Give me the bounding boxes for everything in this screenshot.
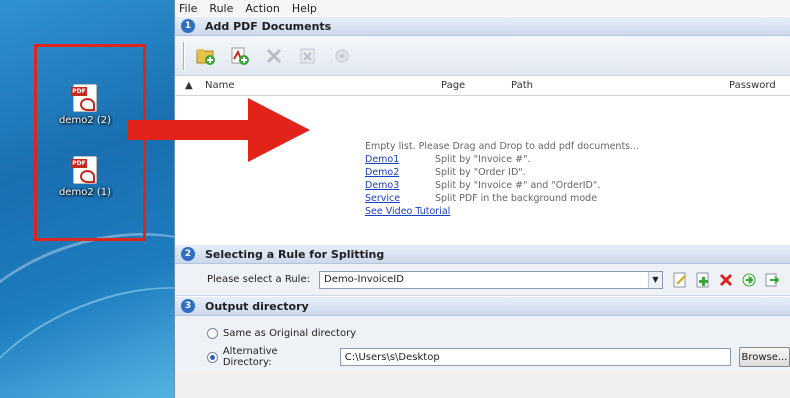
link-row: See Video Tutorial [365, 205, 639, 218]
alt-dir-radio[interactable] [207, 351, 218, 363]
alt-dir-label: Alternative Directory: [222, 346, 278, 368]
sort-icon: ▲ [185, 80, 193, 91]
rule-select-value: Demo-InvoiceID [324, 274, 404, 285]
rule-label: Please select a Rule: [207, 274, 310, 285]
export-rule-button[interactable] [763, 271, 781, 289]
same-dir-label: Same as Original directory [223, 327, 357, 339]
empty-hint: Empty list. Please Drag and Drop to add … [365, 140, 639, 218]
same-dir-row[interactable]: Same as Original directory [175, 322, 790, 344]
link-desc: Split by "Invoice #" and "OrderID". [435, 180, 601, 191]
desktop-icon-demo2-2[interactable]: demo2 (2) [50, 84, 120, 126]
delete-rule-button[interactable] [717, 271, 735, 289]
desktop: demo2 (2) demo2 (1) [0, 0, 174, 398]
section-title: Add PDF Documents [205, 19, 332, 33]
section-rule: 2 Selecting a Rule for Splitting [175, 244, 790, 264]
alt-dir-row: Alternative Directory: C:\Users\s\Deskto… [175, 344, 790, 370]
link-desc: Split by "Invoice #". [435, 154, 531, 165]
step-number: 1 [181, 19, 195, 33]
menu-file[interactable]: File [179, 2, 197, 15]
video-tutorial-link[interactable]: See Video Tutorial [365, 205, 450, 218]
import-rule-button[interactable] [740, 271, 758, 289]
edit-rule-button[interactable] [671, 271, 689, 289]
section-add-pdf: 1 Add PDF Documents [175, 16, 790, 36]
alt-dir-input[interactable]: C:\Users\s\Desktop [339, 348, 731, 366]
section-title: Output directory [205, 299, 309, 313]
edit-icon [673, 272, 686, 287]
remove-icon [266, 48, 282, 63]
demo1-link[interactable]: Demo1 [365, 153, 435, 166]
section-output: 3 Output directory [175, 296, 790, 316]
desktop-icon-demo2-1[interactable]: demo2 (1) [50, 156, 120, 198]
browse-button[interactable]: Browse... [738, 347, 790, 367]
remove-all-button[interactable] [295, 43, 321, 69]
step-number: 3 [181, 299, 195, 313]
section-title: Selecting a Rule for Splitting [205, 247, 385, 261]
add-icon [696, 272, 709, 287]
red-arrow-icon [128, 98, 310, 162]
link-row: Demo2 Split by "Order ID". [365, 166, 639, 179]
column-password[interactable]: Password [729, 80, 776, 91]
chevron-down-icon[interactable]: ▼ [648, 271, 662, 288]
add-pdf-icon [231, 47, 249, 65]
add-pdf-button[interactable] [227, 43, 253, 69]
menu-help[interactable]: Help [292, 2, 317, 15]
add-folder-button[interactable] [193, 43, 219, 69]
pdf-file-icon [71, 156, 97, 184]
menu-rule[interactable]: Rule [209, 2, 233, 15]
same-dir-radio[interactable] [207, 327, 218, 339]
column-page[interactable]: Page [441, 80, 465, 91]
link-row: Demo3 Split by "Invoice #" and "OrderID". [365, 179, 639, 192]
column-name[interactable]: Name [205, 80, 235, 91]
remove-button[interactable] [261, 43, 287, 69]
delete-icon [719, 273, 733, 286]
menu-bar: File Rule Action Help [175, 0, 790, 16]
desktop-icon-label: demo2 (1) [58, 187, 112, 198]
empty-message: Empty list. Please Drag and Drop to add … [365, 141, 640, 152]
add-rule-button[interactable] [694, 271, 712, 289]
add-folder-icon [196, 48, 215, 65]
service-link[interactable]: Service [365, 192, 435, 205]
app-window: File Rule Action Help 1 Add PDF Document… [174, 0, 790, 398]
step-number: 2 [181, 247, 195, 261]
settings-icon [335, 49, 349, 62]
settings-button[interactable] [329, 43, 355, 69]
link-row: Service Split PDF in the background mode [365, 192, 639, 205]
column-path[interactable]: Path [511, 80, 533, 91]
link-desc: Split by "Order ID". [435, 167, 526, 178]
remove-all-icon [300, 48, 315, 63]
link-desc: Split PDF in the background mode [435, 193, 598, 204]
list-header: ▲ Name Page Path Password [175, 76, 790, 96]
rule-select[interactable]: Demo-InvoiceID ▼ [319, 270, 663, 289]
alt-dir-value: C:\Users\s\Desktop [344, 351, 440, 363]
demo2-link[interactable]: Demo2 [365, 166, 435, 179]
toolbar-separator [183, 41, 185, 70]
toolbar [175, 36, 790, 76]
export-icon [765, 273, 780, 286]
link-row: Demo1 Split by "Invoice #". [365, 153, 639, 166]
demo3-link[interactable]: Demo3 [365, 179, 435, 192]
menu-action[interactable]: Action [245, 2, 279, 15]
rule-row: Please select a Rule: Demo-InvoiceID ▼ [175, 264, 790, 296]
import-icon [742, 273, 756, 286]
rule-actions [671, 271, 786, 289]
pdf-file-icon [71, 84, 97, 112]
desktop-icon-label: demo2 (2) [58, 115, 112, 126]
